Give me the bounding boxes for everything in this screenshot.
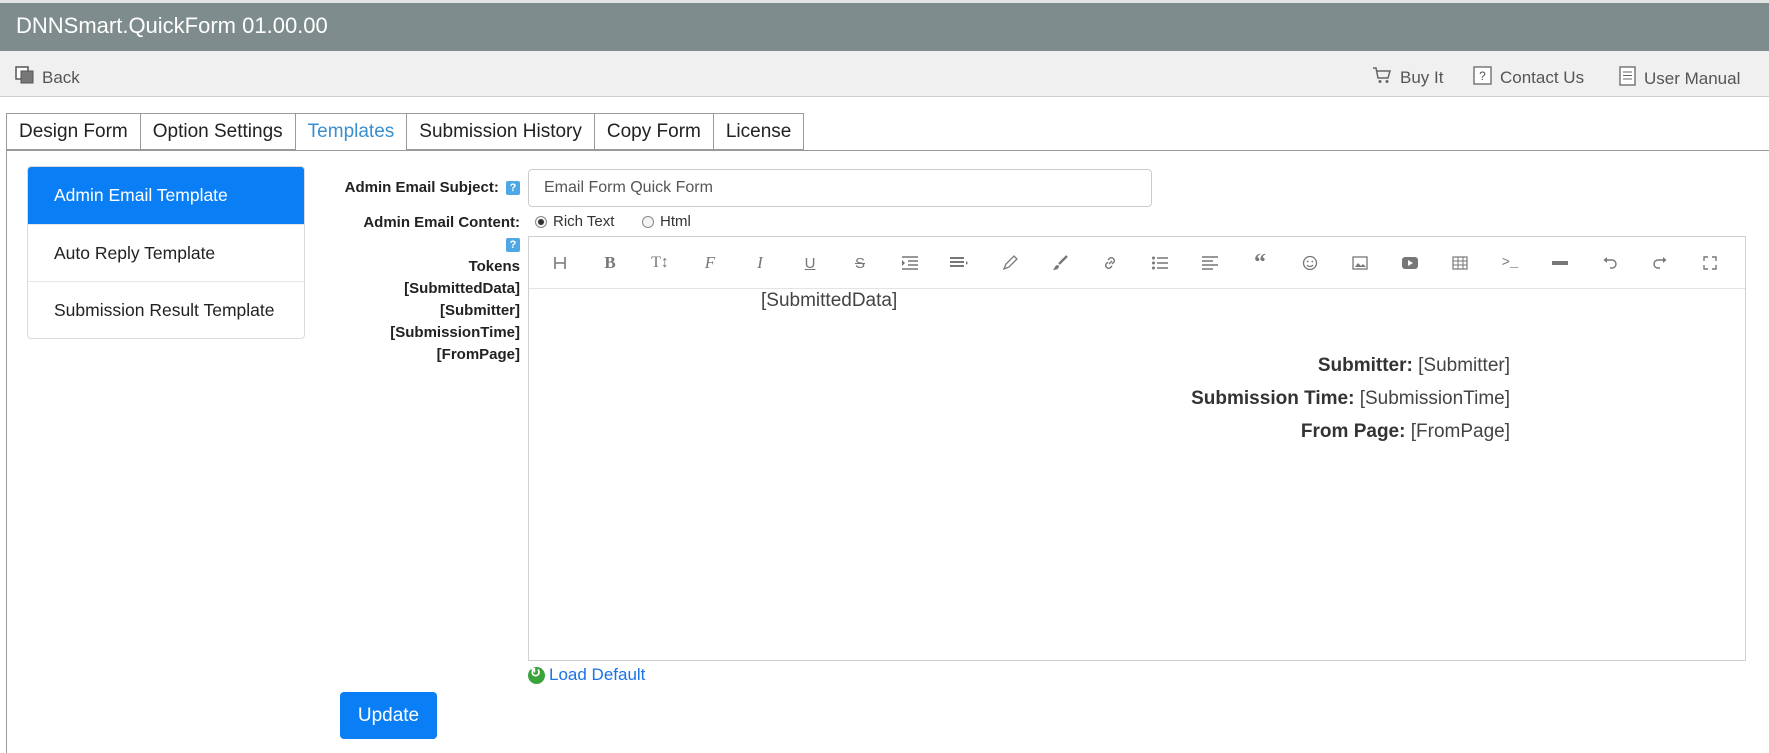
back-link[interactable]: Back [15, 66, 80, 89]
undo-icon[interactable] [1599, 252, 1621, 274]
indent-icon[interactable] [899, 252, 921, 274]
align-icon[interactable] [949, 252, 971, 274]
svg-text:?: ? [1479, 69, 1486, 83]
fullscreen-icon[interactable] [1699, 252, 1721, 274]
top-toolbar: Back Buy It ? Contact Us User Manual [0, 51, 1769, 97]
back-label: Back [42, 67, 80, 87]
token-submitter: [Submitter] [440, 302, 520, 319]
template-menu: Admin Email Template Auto Reply Template… [27, 166, 305, 339]
buy-it-link[interactable]: Buy It [1372, 66, 1443, 89]
cart-icon [1372, 66, 1392, 89]
menu-auto-reply-template[interactable]: Auto Reply Template [28, 224, 304, 281]
tab-bar: Design Form Option Settings Templates Su… [6, 113, 805, 151]
radio-rich-text-dot[interactable] [535, 215, 547, 228]
content-page-line: From Page: [FromPage] [1301, 421, 1510, 443]
video-icon[interactable] [1399, 252, 1421, 274]
back-icon [15, 66, 34, 89]
tab-license[interactable]: License [712, 113, 805, 150]
user-manual-label: User Manual [1644, 68, 1741, 88]
document-icon [1619, 66, 1636, 91]
link-icon[interactable] [1099, 252, 1121, 274]
submission-time-label: Submission Time: [1191, 388, 1355, 409]
emoji-icon[interactable] [1299, 252, 1321, 274]
list-icon[interactable] [1149, 252, 1171, 274]
radio-html[interactable]: Html [642, 213, 691, 230]
menu-submission-result-template[interactable]: Submission Result Template [28, 281, 304, 338]
rich-text-editor[interactable]: B T↕ F I U S “ >_ [SubmittedData] Submit… [528, 236, 1746, 661]
bold-icon[interactable]: B [599, 252, 621, 274]
app-title: DNNSmart.QuickForm 01.00.00 [16, 13, 328, 38]
tab-copy-form[interactable]: Copy Form [593, 113, 713, 150]
load-default-label: Load Default [549, 665, 646, 684]
radio-html-dot[interactable] [642, 215, 654, 228]
paragraph-icon[interactable] [1199, 252, 1221, 274]
content-time-line: Submission Time: [SubmissionTime] [1191, 388, 1510, 410]
tab-submission-history[interactable]: Submission History [406, 113, 594, 150]
font-icon[interactable]: F [699, 252, 721, 274]
content-submitted-data: [SubmittedData] [761, 290, 898, 311]
content-submitter-line: Submitter: [Submitter] [1318, 355, 1510, 377]
update-button[interactable]: Update [340, 692, 437, 739]
italic-icon[interactable]: I [749, 252, 771, 274]
question-icon: ? [1473, 66, 1492, 90]
pencil-icon[interactable] [999, 252, 1021, 274]
content-label: Admin Email Content: [363, 214, 520, 231]
radio-rich-text[interactable]: Rich Text [535, 213, 614, 230]
from-page-label: From Page: [1300, 421, 1406, 442]
heading-icon[interactable] [549, 252, 571, 274]
brush-icon[interactable] [1049, 252, 1071, 274]
quote-icon[interactable]: “ [1249, 250, 1271, 276]
image-icon[interactable] [1349, 252, 1371, 274]
tokens-title: Tokens [468, 258, 520, 275]
tab-templates[interactable]: Templates [294, 113, 407, 151]
help-icon[interactable]: ? [506, 181, 520, 196]
refresh-icon [528, 665, 545, 684]
user-manual-link[interactable]: User Manual [1619, 66, 1740, 91]
submitter-value: [Submitter] [1418, 355, 1510, 376]
tab-design-form[interactable]: Design Form [6, 113, 140, 150]
app-header: DNNSmart.QuickForm 01.00.00 [0, 0, 1769, 51]
contact-us-link[interactable]: ? Contact Us [1473, 66, 1584, 90]
from-page-value: [FromPage] [1410, 421, 1510, 442]
token-submitted-data: [SubmittedData] [404, 280, 520, 297]
contact-us-label: Contact Us [1500, 68, 1585, 87]
redo-icon[interactable] [1649, 252, 1671, 274]
submitter-label: Submitter: [1317, 355, 1413, 376]
tab-divider [6, 150, 1769, 151]
subject-label-row: Admin Email Subject: ? [330, 179, 520, 196]
help-icon[interactable]: ? [506, 238, 520, 253]
editor-toolbar: B T↕ F I U S “ >_ [529, 237, 1745, 289]
hr-icon[interactable] [1549, 252, 1571, 274]
radio-html-label: Html [660, 213, 691, 230]
radio-rich-text-label: Rich Text [553, 213, 615, 230]
code-icon[interactable]: >_ [1499, 252, 1521, 274]
token-submission-time: [SubmissionTime] [390, 324, 520, 341]
menu-admin-email-template[interactable]: Admin Email Template [28, 167, 304, 224]
text-height-icon[interactable]: T↕ [649, 252, 671, 274]
tokens-help-row: ? [400, 236, 520, 253]
submission-time-value: [SubmissionTime] [1359, 388, 1510, 409]
strikethrough-icon[interactable]: S [849, 252, 871, 274]
subject-input[interactable] [528, 169, 1152, 207]
buy-it-label: Buy It [1400, 67, 1444, 87]
underline-icon[interactable]: U [799, 252, 821, 274]
subject-label: Admin Email Subject: [344, 179, 499, 196]
tab-option-settings[interactable]: Option Settings [139, 113, 295, 150]
panel-border [6, 150, 7, 753]
token-from-page: [FromPage] [436, 346, 520, 363]
table-icon[interactable] [1449, 252, 1471, 274]
load-default-link[interactable]: Load Default [528, 665, 645, 685]
